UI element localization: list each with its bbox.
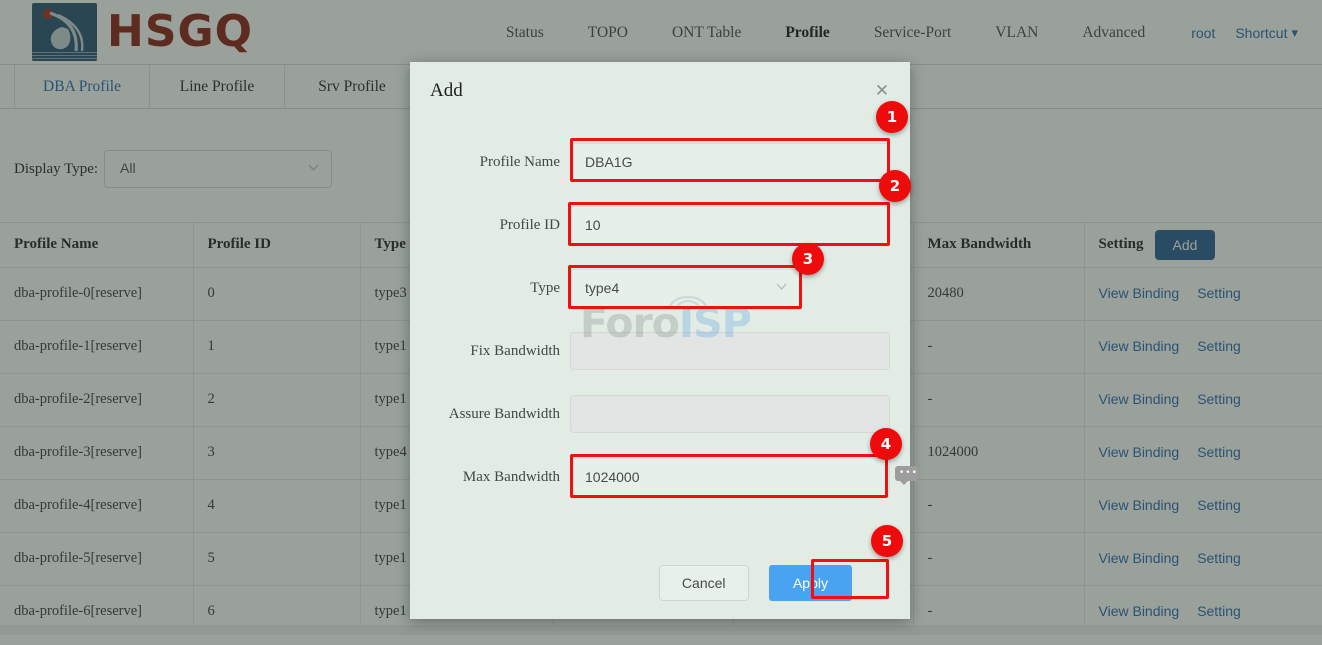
label-profile-id: Profile ID <box>499 217 560 233</box>
max-bandwidth-input[interactable]: 1024000 <box>570 458 890 496</box>
assure-bandwidth-input[interactable] <box>570 395 890 433</box>
label-type: Type <box>530 280 560 296</box>
profile-name-value: DBA1G <box>585 154 633 170</box>
dialog-form: Profile Name DBA1G Profile ID 10 Type ty… <box>410 138 910 516</box>
label-profile-name: Profile Name <box>479 154 560 170</box>
field-row-type: Type type4 <box>410 264 910 327</box>
profile-name-input[interactable]: DBA1G <box>570 143 890 181</box>
type-select[interactable]: type4 <box>570 269 800 307</box>
label-max-bandwidth: Max Bandwidth <box>462 469 560 485</box>
max-bandwidth-value: 1024000 <box>585 469 640 485</box>
dialog-title: Add <box>430 80 463 101</box>
fix-bandwidth-input[interactable] <box>570 332 890 370</box>
add-dba-profile-dialog: Add ✕ Profile Name DBA1G Profile ID 10 T… <box>410 62 910 619</box>
apply-button[interactable]: Apply <box>768 565 852 601</box>
label-fix-bandwidth: Fix Bandwidth <box>470 343 560 359</box>
dialog-footer: Cancel Apply <box>410 565 910 601</box>
cancel-button[interactable]: Cancel <box>658 565 749 601</box>
field-row-profile-id: Profile ID 10 <box>410 201 910 264</box>
field-row-fix-bandwidth: Fix Bandwidth <box>410 327 910 390</box>
chevron-down-icon <box>776 283 787 290</box>
close-icon[interactable]: ✕ <box>873 82 891 100</box>
profile-id-input[interactable]: 10 <box>570 206 890 244</box>
label-assure-bandwidth: Assure Bandwidth <box>448 406 560 422</box>
type-value: type4 <box>585 280 620 296</box>
field-row-profile-name: Profile Name DBA1G <box>410 138 910 201</box>
field-row-max-bandwidth: Max Bandwidth 1024000 <box>410 453 910 516</box>
field-row-assure-bandwidth: Assure Bandwidth <box>410 390 910 453</box>
profile-id-value: 10 <box>585 217 601 233</box>
app-root: HSGQ Status TOPO ONT Table Profile Servi… <box>0 0 1322 645</box>
